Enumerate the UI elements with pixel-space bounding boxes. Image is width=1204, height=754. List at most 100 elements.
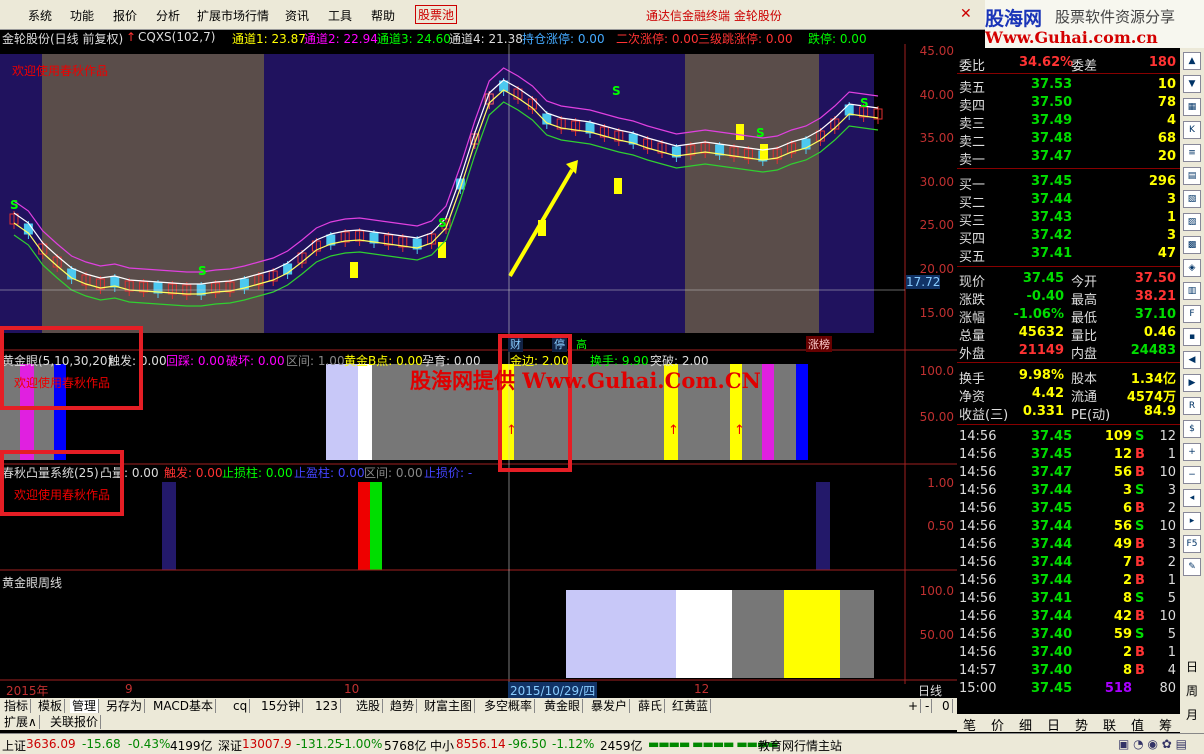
extended-tabs: 扩展∧ 关联报价 [0, 714, 957, 730]
period-label[interactable]: 日线 [918, 682, 942, 699]
plus-icon[interactable]: + [1183, 443, 1201, 461]
money-icon[interactable]: $ [1183, 420, 1201, 438]
zoom-control[interactable]: - [923, 699, 933, 713]
quote-tab[interactable]: 日 [1047, 715, 1060, 734]
k-icon[interactable]: K [1183, 121, 1201, 139]
tick-count: 80 [1159, 681, 1176, 696]
indicator-tab[interactable]: 红黄蓝 [670, 699, 712, 713]
extended-tab[interactable]: 扩展∧ [2, 715, 40, 729]
indicator-tab[interactable]: cq [231, 699, 251, 713]
tick-time: 14:56 [959, 645, 997, 660]
indicator-name[interactable]: CQXS(102,7) [138, 30, 215, 44]
quote-tab[interactable]: 细 [1019, 715, 1032, 734]
menu-tools[interactable]: 工具 [328, 7, 352, 24]
f10-icon[interactable]: F [1183, 305, 1201, 323]
period-tab[interactable]: 月 [1186, 706, 1198, 723]
zoom-control[interactable]: 0 [940, 699, 953, 713]
quote-tab[interactable]: 价 [991, 715, 1004, 734]
status-icons[interactable]: ▣ ◔ ◉ ✿ ▤ [1118, 737, 1187, 751]
indicator-tab[interactable]: 指标 [2, 699, 32, 713]
ask-volume: 20 [1157, 149, 1176, 164]
fund-icon[interactable]: ◈ [1183, 259, 1201, 277]
quote-tab[interactable]: 筹 [1159, 715, 1172, 734]
indicator-tab[interactable]: 多空概率 [482, 699, 536, 713]
right-icon[interactable]: ▸ [1183, 512, 1201, 530]
zx-label: 中小 [430, 739, 455, 753]
menu-system[interactable]: 系统 [28, 7, 52, 24]
indicator-tab[interactable]: 模板 [36, 699, 66, 713]
minus-icon[interactable]: − [1183, 466, 1201, 484]
quote-tab[interactable]: 联 [1103, 715, 1116, 734]
sh-change: -15.68 [82, 737, 121, 751]
ask-volume: 68 [1157, 131, 1176, 146]
timeline-month: 10 [344, 682, 360, 696]
ask-price: 37.50 [1031, 95, 1073, 110]
menu-info[interactable]: 资讯 [285, 7, 309, 24]
rsi-icon[interactable]: R [1183, 397, 1201, 415]
menu-quote[interactable]: 报价 [113, 7, 137, 24]
divider [957, 266, 1180, 267]
tick-side: B [1135, 555, 1145, 570]
signal-bar [774, 364, 796, 460]
indicator-tab[interactable]: 黄金眼 [542, 699, 584, 713]
quote-tab[interactable]: 笔 [963, 715, 976, 734]
tick-time: 14:56 [959, 537, 997, 552]
indicator-tab[interactable]: 趋势 [388, 699, 418, 713]
stat-value: 37.50 [1134, 271, 1176, 286]
panel4-title[interactable]: 黄金眼周线 [2, 574, 62, 591]
up-arrow-icon[interactable]: ▲ [1183, 52, 1201, 70]
quote-tab[interactable]: 势 [1075, 715, 1088, 734]
status-bar: 上证 3636.09 -15.68 -0.43% 4199亿 深证 13007.… [0, 733, 1204, 754]
indicator-tab[interactable]: 管理 [70, 699, 100, 713]
sheet-icon[interactable]: ▩ [1183, 236, 1201, 254]
tick-count: 1 [1167, 447, 1176, 462]
tick-price: 37.45 [1031, 501, 1073, 516]
menu-function[interactable]: 功能 [70, 7, 94, 24]
bid-price: 37.43 [1031, 210, 1073, 225]
tool-icon[interactable]: ✎ [1183, 558, 1201, 576]
quote-tab[interactable]: 值 [1131, 715, 1144, 734]
period-tab[interactable]: 日 [1186, 658, 1198, 675]
down-arrow-icon[interactable]: ▼ [1183, 75, 1201, 93]
indicator-tab[interactable]: 薛氏 [636, 699, 666, 713]
doc-icon[interactable]: ▧ [1183, 190, 1201, 208]
ask-price: 37.48 [1031, 131, 1073, 146]
news-icon[interactable]: ▪ [1183, 328, 1201, 346]
f5-icon[interactable]: F5 [1183, 535, 1201, 553]
tick-price: 37.44 [1031, 537, 1073, 552]
tick-row: 14:56 37.40 2 B 1 [957, 644, 1180, 662]
indicator-tab[interactable]: MACD基本 [151, 699, 216, 713]
menu-help[interactable]: 帮助 [371, 7, 395, 24]
tick-row: 14:56 37.45 109 S 12 [957, 428, 1180, 446]
close-icon[interactable]: ✕ [960, 6, 984, 24]
list-icon[interactable]: ≡ [1183, 144, 1201, 162]
fin-icon[interactable]: ▨ [1183, 213, 1201, 231]
menu-extended-market[interactable]: 扩展市场行情 [197, 7, 269, 24]
next-icon[interactable]: ▶ [1183, 374, 1201, 392]
indicator-tab[interactable]: 选股 [354, 699, 384, 713]
left-icon[interactable]: ◂ [1183, 489, 1201, 507]
indicator-tab[interactable]: 另存为 [104, 699, 146, 713]
tick-volume: 8 [1122, 663, 1132, 678]
menu-analysis[interactable]: 分析 [156, 7, 180, 24]
sz-amount: 5768亿 [384, 739, 427, 753]
period-tab[interactable]: 周 [1186, 682, 1198, 699]
extended-tab[interactable]: 关联报价 [48, 715, 102, 729]
panel-volume-system [162, 482, 830, 570]
indicator-tab[interactable]: 123 [313, 699, 341, 713]
prev-icon[interactable]: ◀ [1183, 351, 1201, 369]
stat-row: 收益(三) 0.331 PE(动) 84.9 [957, 403, 1180, 423]
site-name: 教育网行情主站 [758, 739, 843, 753]
sh-amount: 4199亿 [170, 739, 213, 753]
menu-stock-pool[interactable]: 股票池 [415, 5, 458, 24]
indicator-tab[interactable]: 暴发户 [589, 699, 631, 713]
timeline-year: 2015年 [6, 684, 49, 698]
signal-bar [762, 364, 774, 460]
stat-row: 外盘 21149 内盘 24483 [957, 342, 1180, 362]
grid-icon[interactable]: ▤ [1183, 167, 1201, 185]
book-icon[interactable]: ▦ [1183, 98, 1201, 116]
indicator-tab[interactable]: 15分钟 [259, 699, 304, 713]
chart-icon[interactable]: ▥ [1183, 282, 1201, 300]
indicator-tab[interactable]: 财富主图 [422, 699, 476, 713]
zoom-control[interactable]: + [906, 699, 922, 713]
